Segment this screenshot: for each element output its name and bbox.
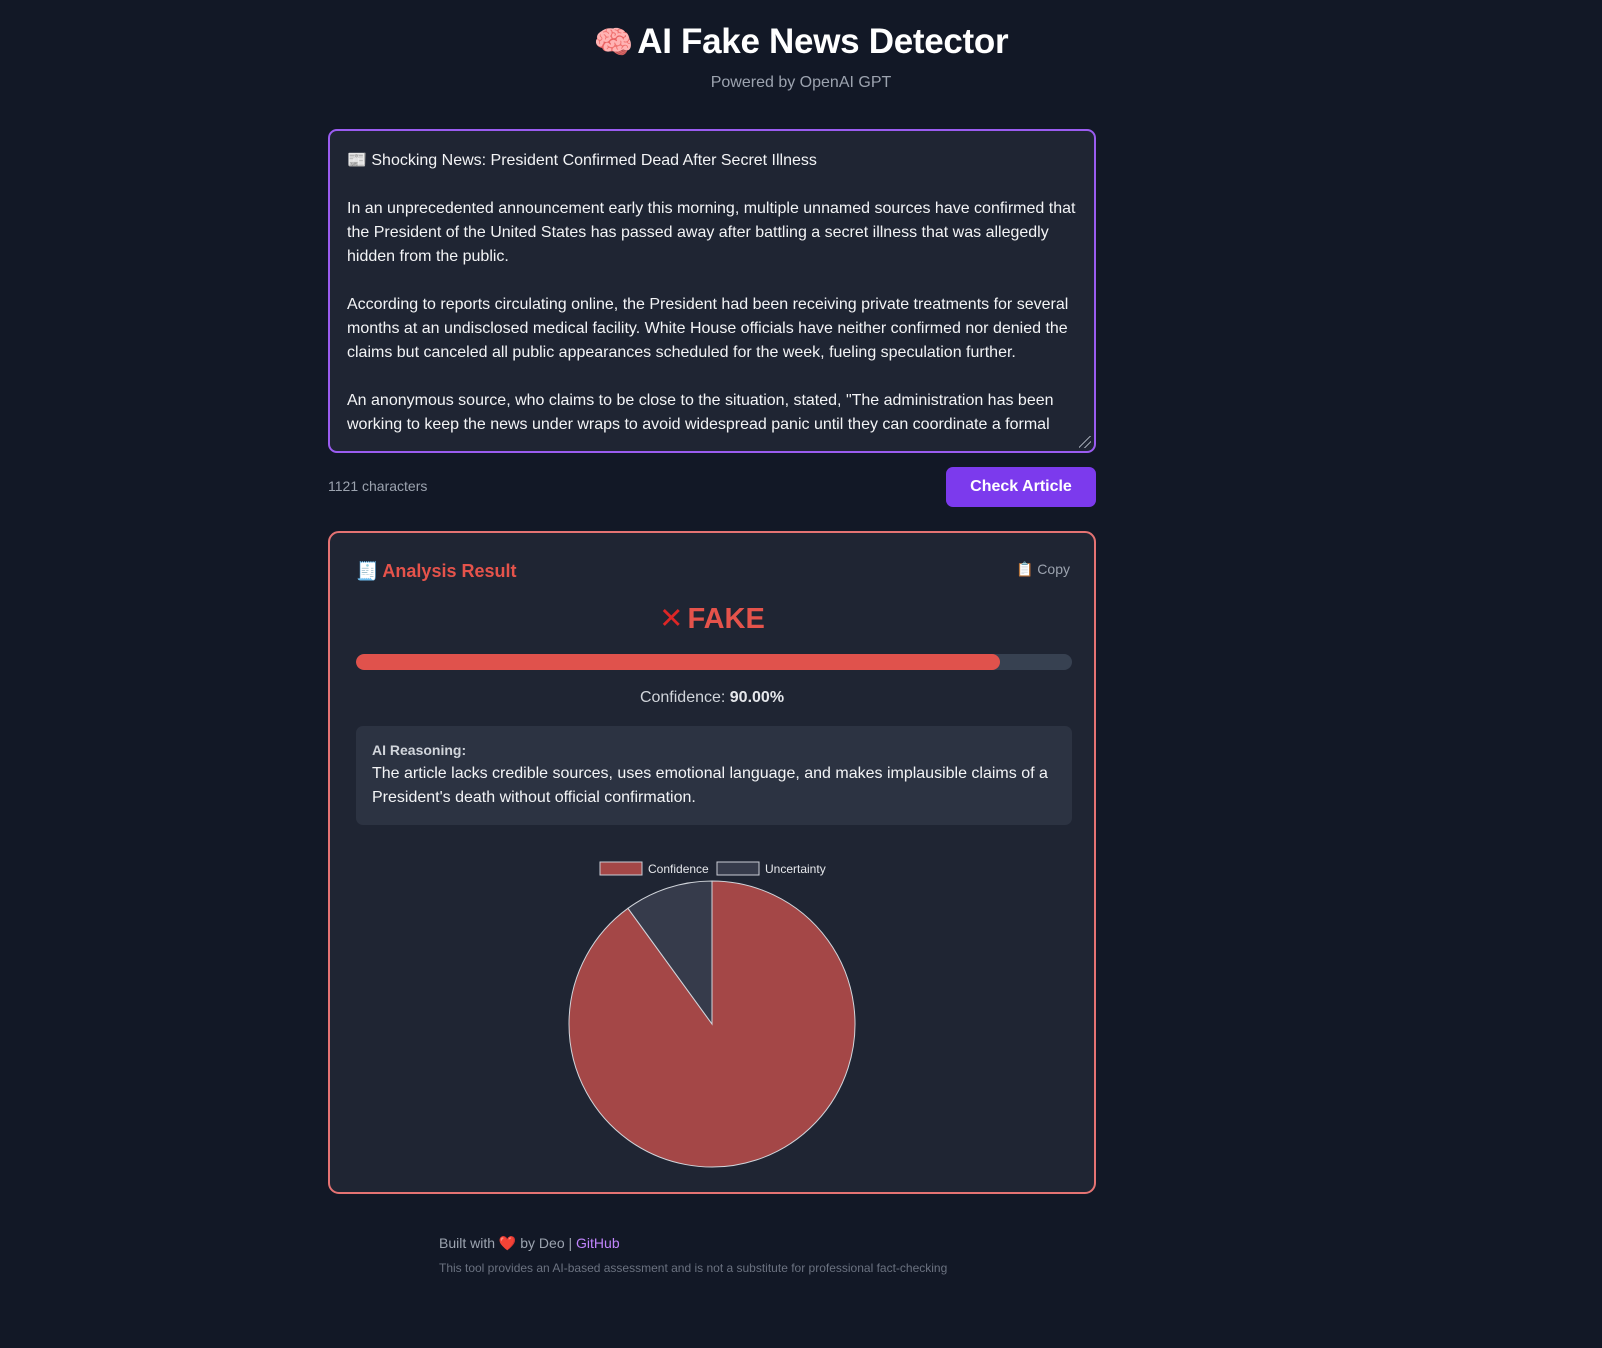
confidence-pie-chart: Confidence Uncertainty xyxy=(568,861,856,1168)
resize-handle-icon[interactable] xyxy=(1079,436,1091,448)
cross-mark-icon: ✕ xyxy=(659,603,684,635)
confidence-value: 90.00% xyxy=(729,689,785,706)
footer-author: by Deo | xyxy=(520,1235,573,1251)
github-link[interactable]: GitHub xyxy=(576,1235,620,1251)
legend-label-uncertainty: Uncertainty xyxy=(765,862,826,876)
confidence-progress-fill xyxy=(356,654,1001,670)
footer-built-with: Built with xyxy=(439,1235,496,1251)
verdict: ✕ FAKE xyxy=(330,601,1094,636)
check-article-button[interactable]: Check Article xyxy=(946,467,1096,507)
legend-item-confidence[interactable]: Confidence xyxy=(599,861,709,876)
page-subtitle: Powered by OpenAI GPT xyxy=(710,74,892,91)
character-count: 1121 characters xyxy=(328,478,428,494)
receipt-icon: 🧾 xyxy=(356,561,379,581)
analysis-result-card: 🧾 Analysis Result 📋 Copy ✕ FAKE Confidence… xyxy=(328,531,1096,1194)
legend-swatch-confidence xyxy=(599,861,643,876)
footer-disclaimer: This tool provides an AI-based assessmen… xyxy=(439,1261,948,1275)
heart-icon: ❤️ xyxy=(498,1235,517,1251)
header: 🧠 AI Fake News Detector Powered by OpenAI… xyxy=(0,22,1602,92)
article-textarea[interactable]: 📰 Shocking News: President Confirmed Dea… xyxy=(328,129,1096,453)
confidence-progress-bar xyxy=(356,654,1072,670)
legend-item-uncertainty[interactable]: Uncertainty xyxy=(716,861,826,876)
page: 🧠 AI Fake News Detector Powered by OpenAI… xyxy=(0,0,1602,1348)
footer: Built with ❤️ by Deo | GitHub This tool … xyxy=(439,1235,947,1275)
brain-icon: 🧠 xyxy=(593,24,634,60)
footer-credit: Built with ❤️ by Deo | GitHub xyxy=(439,1235,947,1252)
confidence-text: Confidence: 90.00% xyxy=(330,689,1094,707)
verdict-label: FAKE xyxy=(687,603,765,635)
confidence-label: Confidence: xyxy=(639,689,726,706)
article-text[interactable]: 📰 Shocking News: President Confirmed Dea… xyxy=(347,149,1077,437)
page-title-text: AI Fake News Detector xyxy=(637,22,1009,61)
legend-label-confidence: Confidence xyxy=(648,862,709,876)
copy-button[interactable]: 📋 Copy xyxy=(1016,561,1070,578)
page-title: 🧠 AI Fake News Detector xyxy=(0,22,1602,62)
ai-reasoning-box: AI Reasoning: The article lacks credible… xyxy=(356,726,1072,825)
reasoning-label: AI Reasoning: xyxy=(372,742,467,758)
result-title-text: Analysis Result xyxy=(382,561,517,581)
reasoning-text: The article lacks credible sources, uses… xyxy=(372,765,1048,806)
result-title: 🧾 Analysis Result xyxy=(356,561,516,582)
legend-swatch-uncertainty xyxy=(716,861,760,876)
